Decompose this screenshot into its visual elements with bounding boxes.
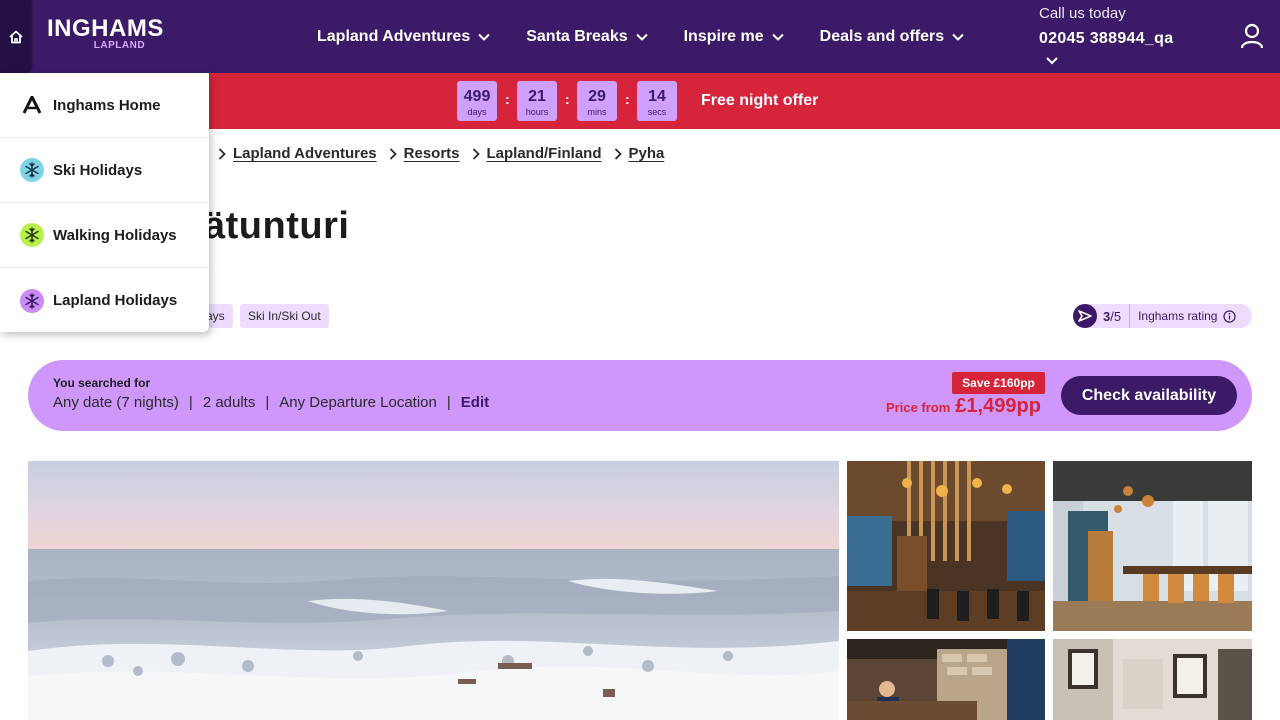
check-availability-button[interactable]: Check availability [1061,376,1237,415]
inghams-logo-icon [20,93,44,117]
user-icon [1240,23,1264,49]
countdown-secs: 14 secs [637,81,677,121]
search-label: You searched for [53,376,151,390]
rating-max: /5 [1110,308,1122,324]
edit-search-link[interactable]: Edit [461,394,489,411]
chevron-right-icon [218,147,226,160]
inghams-logo[interactable]: INGHAMS LAPLAND [47,17,164,51]
menu-item-ski-holidays[interactable]: Ski Holidays [0,138,209,203]
nav-lapland-adventures[interactable]: Lapland Adventures [317,25,490,49]
breadcrumb-resorts[interactable]: Resorts [404,145,460,162]
feature-tag-ski-in-ski-out: Ski In/Ski Out [240,304,329,328]
search-guests: 2 adults [202,394,256,411]
hero-image[interactable] [28,461,839,720]
menu-item-walking-holidays[interactable]: Walking Holidays [0,203,209,268]
nav-label: Lapland Adventures [317,28,471,45]
inghams-rating-icon [1073,304,1097,328]
snowflake-icon [20,223,44,247]
nav-label: Inspire me [683,28,764,45]
countdown-value: 21 [528,88,546,105]
rating-score: 3/5 [1103,309,1121,324]
gallery-image-bar[interactable] [1053,461,1252,631]
countdown-unit: mins [587,107,607,117]
nav-santa-breaks[interactable]: Santa Breaks [526,25,648,49]
price: Price from £1,499pp [886,395,1041,418]
account-button[interactable] [1239,23,1265,54]
chevron-down-icon [478,33,490,41]
menu-item-label: Walking Holidays [53,226,177,244]
separator: | [265,394,270,411]
countdown-value: 499 [463,88,491,105]
home-menu-button[interactable] [0,0,31,73]
nav-deals-and-offers[interactable]: Deals and offers [820,25,964,49]
main-nav: Lapland Adventures Santa Breaks Inspire … [317,25,1000,49]
call-label: Call us today [1039,5,1126,22]
home-icon [8,30,23,43]
chevron-down-icon[interactable] [1045,56,1059,65]
inghams-rating[interactable]: 3/5 Inghams rating [1073,304,1252,328]
countdown-hours: 21 hours [517,81,557,121]
countdown-separator: : [505,91,510,107]
logo-subtext: LAPLAND [93,40,146,51]
snowflake-icon [20,288,44,313]
divider [1129,304,1131,328]
menu-item-label: Lapland Holidays [53,292,178,309]
separator: | [188,394,193,411]
breadcrumb-lapland-adventures[interactable]: Lapland Adventures [233,145,377,162]
chevron-down-icon [635,33,648,41]
separator: | [446,394,451,411]
countdown-unit: days [467,107,487,117]
chevron-right-icon [389,147,397,160]
countdown-separator: : [625,91,630,107]
price-value: £1,499pp [955,395,1041,417]
price-from-label: Price from [886,400,951,415]
brand-menu-dropdown: Inghams Home Ski Holidays Walking Holida… [0,73,209,332]
snowflake-icon [20,158,44,182]
site-header: INGHAMS LAPLAND Lapland Adventures Santa… [0,0,1280,73]
search-criteria: Any date (7 nights) | 2 adults | Any Dep… [53,394,489,411]
nav-inspire-me[interactable]: Inspire me [684,25,784,49]
countdown-unit: hours [525,107,549,117]
save-badge: Save £160pp [952,372,1045,394]
search-departure: Any Departure Location [279,394,437,411]
countdown-unit: secs [647,107,667,117]
promo-text[interactable]: Free night offer [701,92,818,110]
nav-label: Santa Breaks [526,28,628,45]
menu-item-inghams-home[interactable]: Inghams Home [0,73,209,138]
breadcrumb-lapland-finland[interactable]: Lapland/Finland [487,145,602,162]
rating-label: Inghams rating [1138,309,1218,323]
countdown-value: 29 [588,88,606,105]
countdown-mins: 29 mins [577,81,617,121]
menu-item-label: Ski Holidays [53,161,143,179]
logo-text: INGHAMS [47,15,164,42]
search-summary: You searched for Any date (7 nights) | 2… [28,360,1252,431]
chevron-down-icon [952,33,964,41]
nav-label: Deals and offers [819,28,945,45]
breadcrumb: Lapland Adventures Resorts Lapland/Finla… [206,145,664,162]
menu-item-lapland-holidays[interactable]: Lapland Holidays [0,268,209,333]
phone-number[interactable]: 02045 388944_qa [1039,26,1173,52]
breadcrumb-pyha[interactable]: Pyha [629,145,665,162]
menu-item-label: Inghams Home [53,96,161,114]
gallery-image-restaurant[interactable] [847,461,1045,631]
chevron-down-icon [771,33,784,41]
chevron-right-icon [472,147,480,160]
info-icon[interactable] [1223,309,1237,323]
gallery-image-reception[interactable] [847,639,1045,720]
chevron-right-icon [614,147,622,160]
call-us[interactable]: Call us today 02045 388944_qa [1039,4,1173,70]
gallery-image-corridor[interactable] [1053,639,1252,720]
search-date: Any date (7 nights) [53,394,179,411]
countdown-value: 14 [648,88,666,105]
countdown-days: 499 days [457,81,497,121]
page-title: ätunturi [204,205,350,247]
countdown-separator: : [565,91,570,107]
